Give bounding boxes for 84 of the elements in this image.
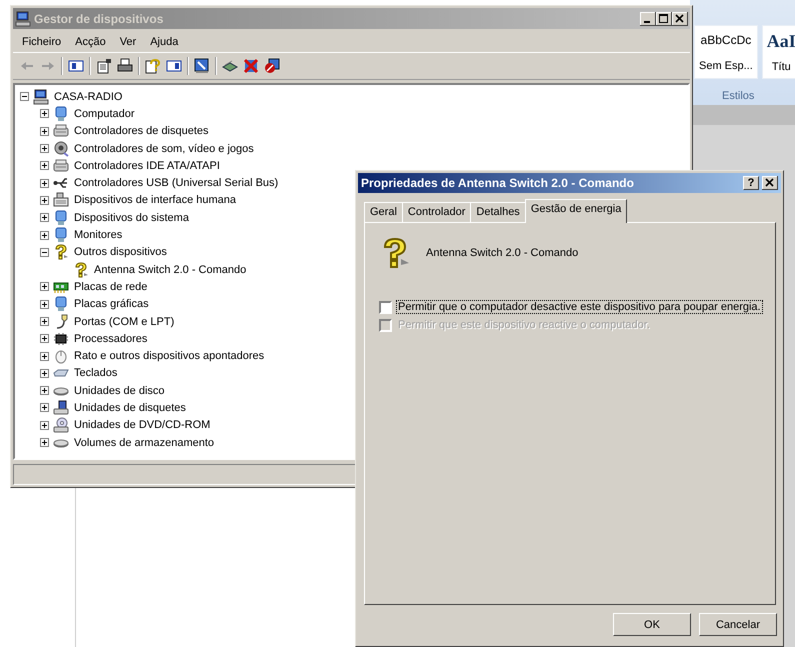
tree-item[interactable]: CASA-RADIO [53,90,124,103]
tree-item[interactable]: Processadores [73,332,148,345]
style-gallery-item[interactable]: AaI Títu [762,25,795,79]
monitor-icon [53,106,69,122]
tree-item[interactable]: Antenna Switch 2.0 - Comando [93,264,248,276]
tree-item[interactable]: Placas gráficas [73,298,150,310]
monitor-icon [53,210,69,226]
expand-toggle[interactable] [40,126,49,136]
expand-toggle[interactable] [40,230,49,240]
computer-icon [33,88,49,105]
question-mark-icon [73,262,89,278]
expand-toggle[interactable] [40,420,49,430]
tree-item[interactable]: Rato e outros dispositivos apontadores [73,350,266,362]
tab[interactable]: Geral [364,202,403,222]
tree-item[interactable]: Unidades de DVD/CD-ROM [73,419,212,432]
menu-item[interactable]: Ajuda [143,36,186,48]
expand-toggle[interactable] [40,109,49,118]
tree-item[interactable]: Controladores USB (Universal Serial Bus) [73,177,280,190]
tree-item[interactable]: Controladores de som, vídeo e jogos [73,142,255,155]
tree-item[interactable]: Computador [73,108,136,120]
expand-toggle[interactable] [40,368,49,378]
ok-button[interactable]: OK [613,613,691,636]
dialog-title: Propriedades de Antenna Switch 2.0 - Comando [361,176,635,190]
ribbon-group-label: Estilos [722,90,754,102]
drive-icon [53,158,69,174]
print-icon[interactable] [117,58,133,74]
computer-icon [15,10,31,26]
mouse-icon [53,348,69,364]
question-mark-icon [53,244,69,260]
tree-item[interactable]: Volumes de armazenamento [73,436,216,449]
tree-item[interactable]: Controladores de disquetes [73,125,210,138]
tree-item[interactable]: Portas (COM e LPT) [73,316,176,328]
expand-toggle[interactable] [40,144,49,154]
uninstall-icon[interactable] [243,58,259,74]
tree-item[interactable]: Outros dispositivos [73,246,168,258]
monitor-icon [53,296,69,312]
monitor-icon [53,227,69,244]
expand-toggle[interactable] [40,386,49,396]
cancel-button[interactable]: Cancelar [699,613,777,636]
help-icon[interactable] [145,58,161,74]
tab[interactable]: Gestão de energia [524,199,628,223]
disable-device-icon[interactable] [264,58,280,74]
close-button[interactable] [762,176,778,190]
help-button[interactable]: ? [743,176,759,190]
properties-icon[interactable] [96,58,112,74]
collapse-toggle[interactable] [20,92,29,102]
tree-item[interactable]: Monitores [73,229,124,242]
expand-toggle[interactable] [40,161,49,170]
checkbox-label: Permitir que o computador desactive este dispositivo para poupar energia. [397,301,762,313]
expand-toggle[interactable] [40,403,49,412]
tab[interactable]: Controlador [402,202,472,222]
drive-icon [53,123,69,140]
floppy-drive-icon [53,400,69,416]
expand-toggle[interactable] [40,196,49,205]
tree-item[interactable]: Placas de rede [73,280,148,293]
expand-toggle[interactable] [40,334,49,344]
checkbox[interactable] [379,300,392,314]
expand-toggle[interactable] [40,178,49,188]
menu-item[interactable]: Acção [68,36,113,48]
tree-item[interactable]: Teclados [73,367,118,380]
menu-item[interactable]: Ver [112,36,144,48]
tree-pane-icon[interactable] [68,58,84,74]
tree-item[interactable]: Unidades de disquetes [73,402,187,414]
tree-item[interactable]: Dispositivos de interface humana [73,194,238,206]
expand-toggle[interactable] [40,352,49,361]
expand-toggle[interactable] [40,213,49,222]
expand-toggle[interactable] [40,282,49,292]
device-name: Antenna Switch 2.0 - Comando [426,247,578,259]
tree-item[interactable]: Unidades de disco [73,384,166,397]
expand-toggle[interactable] [40,317,49,326]
window-title: Gestor de dispositivos [34,12,164,26]
details-pane-icon[interactable] [166,58,182,74]
menu-item[interactable]: Ficheiro [15,36,68,48]
expand-toggle[interactable] [40,438,49,448]
tab[interactable]: Detalhes [470,202,526,222]
speaker-icon [53,140,69,157]
cd-drive-icon [53,417,69,434]
tree-item[interactable]: Controladores IDE ATA/ATAPI [73,160,221,172]
expand-toggle[interactable] [40,300,49,309]
tree-item[interactable]: Dispositivos do sistema [73,212,190,224]
scan-hardware-icon[interactable] [194,58,210,74]
collapse-toggle[interactable] [40,248,49,257]
style-gallery-item[interactable]: aBbCcDc Sem Esp... [694,25,758,79]
chip-icon [53,330,69,347]
